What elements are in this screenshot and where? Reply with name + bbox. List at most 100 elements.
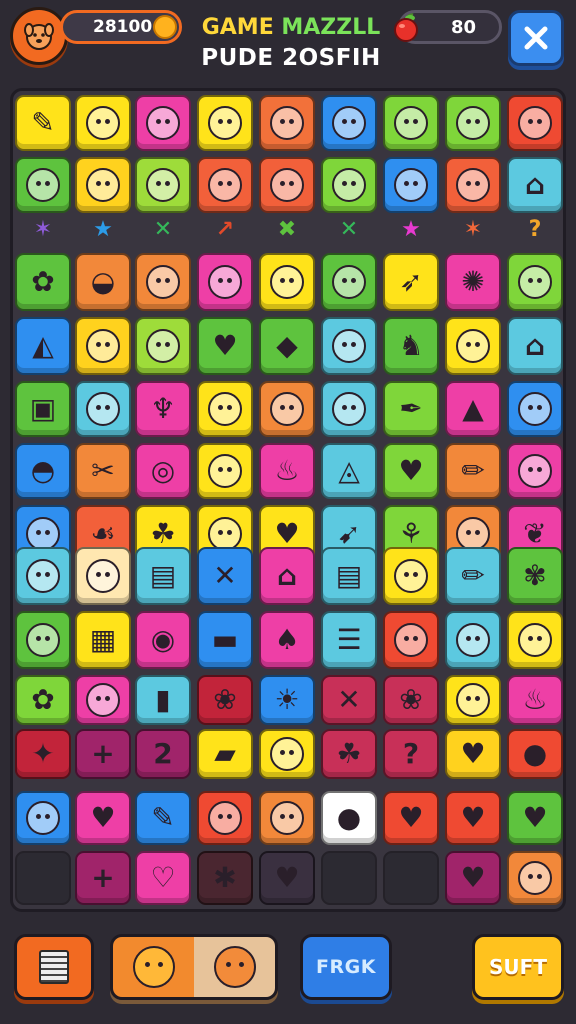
tile-r2-c4[interactable]: [197, 157, 253, 213]
tile-r13-c4[interactable]: ✱: [197, 851, 253, 905]
tile-r2-c2[interactable]: [75, 157, 131, 213]
tile-r12-c3[interactable]: ✎: [135, 791, 191, 845]
tile-r9-c3[interactable]: ◉: [135, 611, 191, 669]
tile-r12-c6[interactable]: ●: [321, 791, 377, 845]
tile-r10-c9[interactable]: ♨: [507, 675, 563, 725]
tile-r11-c2[interactable]: +: [75, 729, 131, 779]
tile-r8-c4[interactable]: ✕: [197, 547, 253, 605]
tile-r3-c8[interactable]: ✺: [445, 253, 501, 311]
tile-r12-c9[interactable]: ♥: [507, 791, 563, 845]
tile-r13-c8[interactable]: ♥: [445, 851, 501, 905]
tile-r5-c7[interactable]: ✒: [383, 381, 439, 437]
tile-r4-c4[interactable]: ♥: [197, 317, 253, 375]
tile-r5-c6[interactable]: [321, 381, 377, 437]
tile-r4-c6[interactable]: [321, 317, 377, 375]
tile-r8-c7[interactable]: [383, 547, 439, 605]
tile-r9-c8[interactable]: [445, 611, 501, 669]
tile-r10-c2[interactable]: [75, 675, 131, 725]
tile-r13-c3[interactable]: ♡: [135, 851, 191, 905]
tile-r2-c8[interactable]: [445, 157, 501, 213]
tile-r10-c4[interactable]: ❀: [197, 675, 253, 725]
tile-r6-c6[interactable]: ◬: [321, 443, 377, 499]
tile-r5-c8[interactable]: ▲: [445, 381, 501, 437]
tile-r8-c8[interactable]: ✏: [445, 547, 501, 605]
tile-r10-c6[interactable]: ✕: [321, 675, 377, 725]
tile-r4-c9[interactable]: ⌂: [507, 317, 563, 375]
tile-r1-c6[interactable]: [321, 95, 377, 151]
tile-r10-c8[interactable]: [445, 675, 501, 725]
tile-r5-c3[interactable]: ♆: [135, 381, 191, 437]
tile-r8-c3[interactable]: ▤: [135, 547, 191, 605]
tile-r10-c1[interactable]: ✿: [15, 675, 71, 725]
tile-r11-c6[interactable]: ☘: [321, 729, 377, 779]
tile-r2-c7[interactable]: [383, 157, 439, 213]
character-selector[interactable]: [110, 934, 278, 1000]
tile-r3-c1[interactable]: ✿: [15, 253, 71, 311]
tile-r2-c9[interactable]: ⌂: [507, 157, 563, 213]
tile-r9-c2[interactable]: ▦: [75, 611, 131, 669]
tile-r3-c5[interactable]: [259, 253, 315, 311]
tile-r1-c8[interactable]: [445, 95, 501, 151]
tile-r6-c4[interactable]: [197, 443, 253, 499]
tile-r6-c8[interactable]: ✏: [445, 443, 501, 499]
tile-r1-c9[interactable]: [507, 95, 563, 151]
tile-r3-c4[interactable]: [197, 253, 253, 311]
tile-r6-c7[interactable]: ♥: [383, 443, 439, 499]
tile-r6-c5[interactable]: ♨: [259, 443, 315, 499]
tile-r11-c5[interactable]: [259, 729, 315, 779]
tile-r5-c5[interactable]: [259, 381, 315, 437]
tile-r8-c6[interactable]: ▤: [321, 547, 377, 605]
tile-r10-c5[interactable]: ☀: [259, 675, 315, 725]
tile-r5-c2[interactable]: [75, 381, 131, 437]
tile-r6-c2[interactable]: ✂: [75, 443, 131, 499]
tile-r4-c5[interactable]: ◆: [259, 317, 315, 375]
tile-r3-c2[interactable]: ◒: [75, 253, 131, 311]
menu-button[interactable]: [14, 934, 94, 1000]
character-slot-2[interactable]: [194, 937, 275, 997]
tile-r4-c7[interactable]: ♞: [383, 317, 439, 375]
tile-r5-c9[interactable]: [507, 381, 563, 437]
tile-r1-c4[interactable]: [197, 95, 253, 151]
tile-r9-c4[interactable]: ▬: [197, 611, 253, 669]
tile-r3-c6[interactable]: [321, 253, 377, 311]
player-avatar[interactable]: [10, 7, 68, 65]
tile-r11-c1[interactable]: ✦: [15, 729, 71, 779]
tile-r11-c9[interactable]: ●: [507, 729, 563, 779]
tile-r8-c2[interactable]: [75, 547, 131, 605]
tile-r9-c7[interactable]: [383, 611, 439, 669]
tile-r12-c2[interactable]: ♥: [75, 791, 131, 845]
tile-r2-c5[interactable]: [259, 157, 315, 213]
tile-r12-c1[interactable]: [15, 791, 71, 845]
tile-r13-c2[interactable]: +: [75, 851, 131, 905]
tile-r2-c6[interactable]: [321, 157, 377, 213]
tile-r4-c2[interactable]: [75, 317, 131, 375]
tile-r3-c7[interactable]: ➶: [383, 253, 439, 311]
close-button[interactable]: [508, 10, 564, 66]
tile-r4-c3[interactable]: [135, 317, 191, 375]
tile-r13-c9[interactable]: [507, 851, 563, 905]
tile-r9-c6[interactable]: ☰: [321, 611, 377, 669]
tile-r10-c3[interactable]: ▮: [135, 675, 191, 725]
tile-r10-c7[interactable]: ❀: [383, 675, 439, 725]
tile-r2-c1[interactable]: [15, 157, 71, 213]
tile-r9-c1[interactable]: [15, 611, 71, 669]
tile-r5-c4[interactable]: [197, 381, 253, 437]
tile-r5-c1[interactable]: ▣: [15, 381, 71, 437]
shuffle-button[interactable]: SUFT: [472, 934, 564, 1000]
tile-r4-c1[interactable]: ◭: [15, 317, 71, 375]
tile-r11-c7[interactable]: ?: [383, 729, 439, 779]
tile-r2-c3[interactable]: [135, 157, 191, 213]
tile-r12-c7[interactable]: ♥: [383, 791, 439, 845]
tile-r1-c3[interactable]: [135, 95, 191, 151]
tile-r1-c2[interactable]: [75, 95, 131, 151]
tile-r13-c5[interactable]: ♥: [259, 851, 315, 905]
tile-r12-c5[interactable]: [259, 791, 315, 845]
tile-r12-c8[interactable]: ♥: [445, 791, 501, 845]
tile-r1-c7[interactable]: [383, 95, 439, 151]
tile-r12-c4[interactable]: [197, 791, 253, 845]
tile-r3-c3[interactable]: [135, 253, 191, 311]
tile-r6-c9[interactable]: [507, 443, 563, 499]
action-button[interactable]: FRGK: [300, 934, 392, 1000]
tile-r1-c1[interactable]: ✎: [15, 95, 71, 151]
tile-r8-c9[interactable]: ✾: [507, 547, 563, 605]
